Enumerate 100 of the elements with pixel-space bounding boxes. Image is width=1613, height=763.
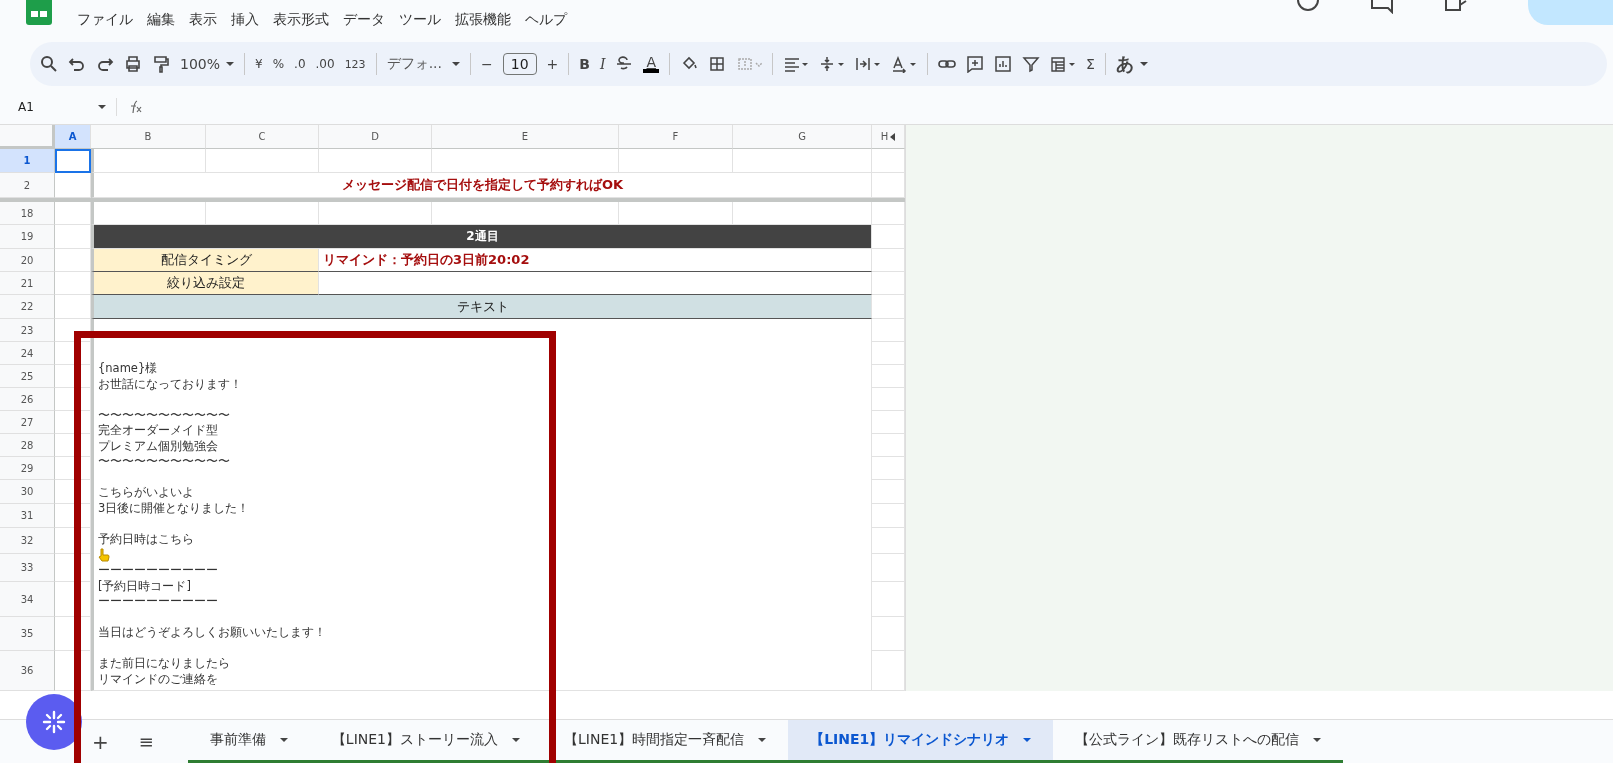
merge-cells-icon[interactable] xyxy=(736,55,763,73)
menu-item[interactable]: ツール xyxy=(392,11,448,29)
font-dropdown[interactable]: デフォ... xyxy=(386,55,460,73)
row-header[interactable]: 21 xyxy=(0,272,55,295)
row-header[interactable]: 18 xyxy=(0,202,55,225)
message-line: リマインドのご連絡を xyxy=(98,671,218,687)
sheet-tab[interactable]: 【LINE1】ストーリー流入 xyxy=(309,720,542,763)
row-header[interactable]: 31 xyxy=(0,504,55,528)
row-header[interactable]: 34 xyxy=(0,582,55,617)
vertical-align-icon[interactable] xyxy=(819,55,846,73)
search-icon[interactable] xyxy=(40,55,58,73)
row-header[interactable]: 27 xyxy=(0,411,55,434)
functions-button[interactable]: Σ xyxy=(1086,56,1095,72)
row-header[interactable]: 28 xyxy=(0,434,55,457)
menu-item[interactable]: 表示形式 xyxy=(266,11,336,29)
message-heading-cell: 2通目 xyxy=(91,225,872,249)
menu-item[interactable]: ヘルプ xyxy=(518,11,574,29)
caret-icon[interactable] xyxy=(1313,738,1322,742)
message-line: ーーーーーーーーーー xyxy=(98,563,218,579)
chart-icon[interactable] xyxy=(994,55,1013,73)
caret-icon[interactable] xyxy=(512,738,520,742)
borders-icon[interactable] xyxy=(708,55,727,73)
table-cell[interactable] xyxy=(55,149,91,173)
print-icon[interactable] xyxy=(124,55,142,73)
row-header[interactable]: 2 xyxy=(0,173,55,198)
menu-item[interactable]: 拡張機能 xyxy=(448,11,518,29)
row-header[interactable]: 35 xyxy=(0,617,55,651)
italic-button[interactable]: I xyxy=(599,56,606,72)
paint-roller-icon[interactable] xyxy=(152,55,170,73)
pointing-hand-icon xyxy=(98,548,110,562)
decrease-font-size-button[interactable]: − xyxy=(481,56,493,72)
row-header[interactable]: 32 xyxy=(0,528,55,554)
input-tools-dropdown[interactable]: あ xyxy=(1115,52,1148,76)
currency-button[interactable]: ¥ xyxy=(255,57,263,71)
column-header[interactable]: B xyxy=(91,125,206,149)
row-header[interactable]: 30 xyxy=(0,480,55,504)
message-line: お世話になっております！ xyxy=(98,376,242,392)
row-header[interactable]: 24 xyxy=(0,342,55,365)
bold-button[interactable]: B xyxy=(579,56,590,72)
increase-decimal-button[interactable]: .00 xyxy=(315,57,335,71)
row-header[interactable]: 1 xyxy=(0,149,55,173)
column-header[interactable]: A xyxy=(55,125,91,149)
sheet-tab[interactable]: 【公式ライン】既存リストへの配信 xyxy=(1053,720,1344,763)
dropdown-caret-icon[interactable] xyxy=(98,105,106,109)
column-header[interactable]: F xyxy=(619,125,733,149)
menu-item[interactable]: ファイル xyxy=(70,11,140,29)
message-line: {name}様 xyxy=(98,361,158,377)
row-header[interactable]: 29 xyxy=(0,457,55,480)
notice-text: メッセージ配信で日付を指定して予約すればOK xyxy=(91,173,872,198)
filter-views-icon[interactable] xyxy=(1050,55,1077,73)
row-header[interactable]: 33 xyxy=(0,554,55,582)
menu-item[interactable]: 編集 xyxy=(140,11,182,29)
menu-item[interactable]: 挿入 xyxy=(224,11,266,29)
font-size-field[interactable]: 10 xyxy=(502,53,537,75)
zoom-dropdown[interactable]: 100% xyxy=(180,56,235,72)
text-color-button[interactable]: A xyxy=(643,55,660,73)
sheets-logo-icon[interactable] xyxy=(26,0,52,25)
row-header[interactable]: 36 xyxy=(0,651,55,691)
video-icon[interactable] xyxy=(1444,0,1468,14)
column-header[interactable]: C xyxy=(206,125,319,149)
caret-icon[interactable] xyxy=(1023,738,1032,742)
caret-icon[interactable] xyxy=(758,738,767,742)
setting-value-cell: リマインド：予約日の3日前20:02 xyxy=(319,249,872,272)
redo-icon[interactable] xyxy=(96,55,114,73)
row-header[interactable]: 20 xyxy=(0,249,55,272)
column-header[interactable]: D xyxy=(319,125,432,149)
collapse-arrow-icon[interactable] xyxy=(890,132,896,141)
menu-item[interactable]: データ xyxy=(336,11,392,29)
row-header[interactable]: 26 xyxy=(0,388,55,411)
row-header[interactable]: 23 xyxy=(0,319,55,342)
column-header[interactable]: H xyxy=(872,125,905,149)
sheet-tab[interactable]: 事前準備 xyxy=(187,720,310,763)
add-sheet-button[interactable]: + xyxy=(92,729,109,754)
text-wrap-icon[interactable] xyxy=(855,55,882,73)
row-header[interactable]: 19 xyxy=(0,225,55,249)
all-sheets-button[interactable]: ≡ xyxy=(138,731,154,752)
column-header[interactable]: G xyxy=(733,125,872,149)
percent-button[interactable]: % xyxy=(272,57,285,71)
menu-item[interactable]: 表示 xyxy=(182,11,224,29)
sparkle-icon xyxy=(41,709,67,735)
caret-icon xyxy=(452,62,460,66)
number-format-button[interactable]: 123 xyxy=(344,57,366,71)
text-rotation-icon[interactable] xyxy=(891,55,918,73)
add-comment-icon[interactable] xyxy=(966,55,985,73)
row-header[interactable]: 22 xyxy=(0,295,55,319)
name-box[interactable]: A1 xyxy=(18,100,88,114)
undo-icon[interactable] xyxy=(68,55,86,73)
decrease-decimal-button[interactable]: .0 xyxy=(294,57,306,71)
filter-icon[interactable] xyxy=(1022,55,1041,73)
comment-icon[interactable] xyxy=(1370,0,1394,14)
caret-icon[interactable] xyxy=(279,738,288,742)
history-icon[interactable] xyxy=(1296,0,1320,14)
increase-font-size-button[interactable]: + xyxy=(546,56,559,72)
setting-label-cell: 絞り込み設定 xyxy=(91,272,319,295)
row-header[interactable]: 25 xyxy=(0,365,55,388)
sheet-tab[interactable]: 【LINE1】リマインドシナリオ xyxy=(788,720,1054,763)
message-line: 〜〜〜〜〜〜〜〜〜〜〜 xyxy=(98,454,230,470)
message-line: [予約日時コード] xyxy=(98,578,191,594)
align-left-icon[interactable] xyxy=(783,55,810,73)
column-header[interactable]: E xyxy=(432,125,619,149)
